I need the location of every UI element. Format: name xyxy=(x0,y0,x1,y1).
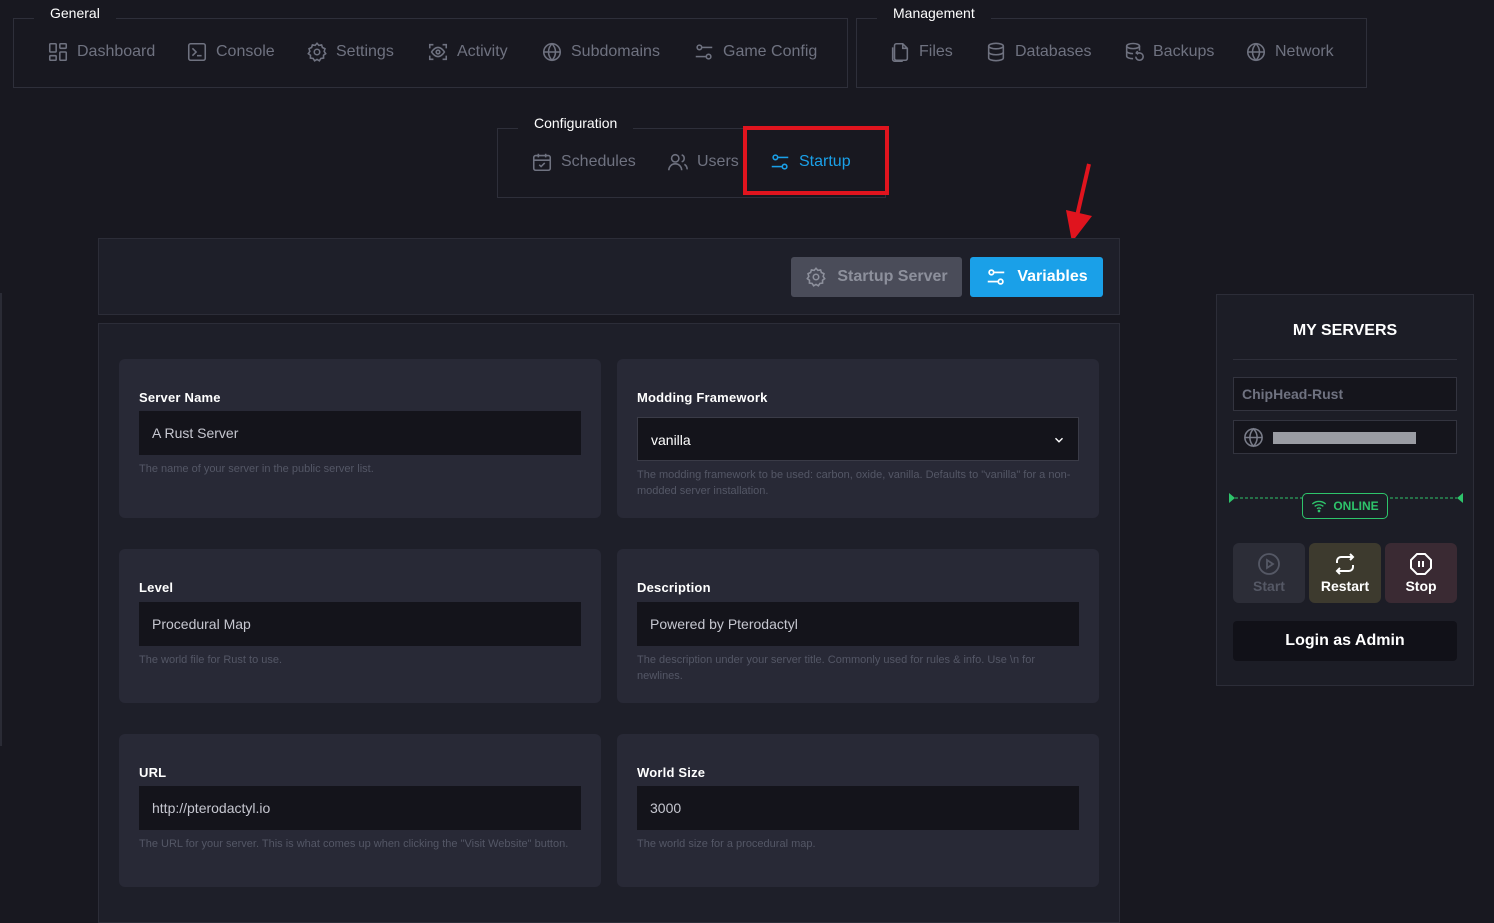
variables-button-label: Variables xyxy=(1017,268,1088,285)
nav-settings-label: Settings xyxy=(336,43,394,60)
nav-activity-label: Activity xyxy=(457,43,508,60)
backup-icon xyxy=(1125,42,1144,61)
files-icon xyxy=(891,42,909,62)
nav-databases-label: Databases xyxy=(1015,43,1092,60)
play-icon xyxy=(1258,553,1280,575)
variable-card-modding-framework: Modding Framework vanilla The modding fr… xyxy=(617,359,1099,518)
nav-activity[interactable]: Activity xyxy=(427,40,508,64)
globe-icon xyxy=(1246,42,1266,62)
nav-network[interactable]: Network xyxy=(1245,40,1334,64)
calendar-icon xyxy=(532,153,552,172)
login-as-admin-button[interactable]: Login as Admin xyxy=(1233,621,1457,661)
nav-settings[interactable]: Settings xyxy=(306,40,394,64)
variable-label: URL xyxy=(139,765,167,780)
startup-server-button[interactable]: Startup Server xyxy=(791,257,962,297)
management-group-title: Management xyxy=(877,0,991,26)
server-name-box[interactable]: ChipHead-Rust xyxy=(1233,377,1457,411)
restart-icon xyxy=(1335,553,1355,575)
variable-card-url: URL http://pterodactyl.io The URL for yo… xyxy=(119,734,601,887)
nav-files-label: Files xyxy=(919,43,953,60)
variable-card-server-name: Server Name A Rust Server The name of yo… xyxy=(119,359,601,518)
sliders-icon xyxy=(988,269,1005,285)
general-group-title: General xyxy=(34,0,116,26)
online-status-badge: ONLINE xyxy=(1302,493,1388,519)
world-size-input[interactable]: 3000 xyxy=(637,786,1079,830)
variable-card-world-size: World Size 3000 The world size for a pro… xyxy=(617,734,1099,887)
nav-backups[interactable]: Backups xyxy=(1123,40,1214,64)
restart-button[interactable]: Restart xyxy=(1309,543,1381,603)
dashboard-icon xyxy=(48,42,68,62)
redacted-address-bar xyxy=(1273,432,1416,444)
nav-databases[interactable]: Databases xyxy=(985,40,1092,64)
nav-backups-label: Backups xyxy=(1153,43,1215,60)
modding-framework-value: vanilla xyxy=(651,432,691,448)
sliders-icon xyxy=(695,44,713,60)
server-address-box[interactable] xyxy=(1233,420,1457,454)
my-servers-title: MY SERVERS xyxy=(1292,322,1398,339)
variable-label: Modding Framework xyxy=(637,390,768,405)
nav-files[interactable]: Files xyxy=(889,40,953,64)
users-icon xyxy=(668,153,688,171)
variable-label: Server Name xyxy=(139,390,221,405)
nav-schedules-label: Schedules xyxy=(561,153,636,170)
nav-users-label: Users xyxy=(697,153,739,170)
nav-console[interactable]: Console xyxy=(186,40,275,64)
console-icon xyxy=(187,42,207,62)
nav-game-config-label: Game Config xyxy=(723,43,818,60)
startup-toolbar-panel xyxy=(98,238,1120,315)
online-status-label: ONLINE xyxy=(1333,499,1379,513)
restart-button-label: Restart xyxy=(1320,578,1370,594)
nav-users[interactable]: Users xyxy=(667,150,739,174)
globe-icon xyxy=(542,42,562,62)
stop-icon xyxy=(1410,553,1432,575)
nav-dashboard[interactable]: Dashboard xyxy=(47,40,155,64)
database-icon xyxy=(987,42,1005,62)
startup-highlight-box xyxy=(743,126,889,195)
variable-help: The description under your server title.… xyxy=(637,654,1036,682)
variable-card-level: Level Procedural Map The world file for … xyxy=(119,549,601,703)
configuration-group-title: Configuration xyxy=(518,110,634,136)
server-name-input[interactable]: A Rust Server xyxy=(139,411,581,455)
variable-help: The world file for Rust to use. xyxy=(139,654,283,666)
variable-help: The modding framework to be used: carbon… xyxy=(637,469,1071,497)
variable-card-description: Description Powered by Pterodactyl The d… xyxy=(617,549,1099,703)
level-input[interactable]: Procedural Map xyxy=(139,602,581,646)
start-button-label: Start xyxy=(1253,578,1285,594)
chevron-down-icon xyxy=(1055,437,1063,443)
gear-icon xyxy=(307,42,327,62)
variable-label: Level xyxy=(139,580,174,595)
nav-dashboard-label: Dashboard xyxy=(77,43,156,60)
description-input[interactable]: Powered by Pterodactyl xyxy=(637,602,1079,646)
gear-icon xyxy=(806,267,827,287)
nav-console-label: Console xyxy=(216,43,275,60)
start-button[interactable]: Start xyxy=(1233,543,1305,603)
globe-icon xyxy=(1244,427,1263,448)
startup-server-button-label: Startup Server xyxy=(837,268,948,285)
stop-button-label: Stop xyxy=(1405,578,1437,594)
stop-button[interactable]: Stop xyxy=(1385,543,1457,603)
variable-label: Description xyxy=(637,580,711,595)
nav-game-config[interactable]: Game Config xyxy=(693,40,817,64)
login-as-admin-label: Login as Admin xyxy=(1285,632,1405,649)
nav-subdomains[interactable]: Subdomains xyxy=(541,40,660,64)
nav-schedules[interactable]: Schedules xyxy=(531,150,636,174)
nav-subdomains-label: Subdomains xyxy=(571,43,660,60)
left-edge-divider xyxy=(0,293,2,746)
variables-button[interactable]: Variables xyxy=(970,257,1103,297)
variable-help: The URL for your server. This is what co… xyxy=(139,838,569,850)
annotation-arrow xyxy=(1066,163,1092,242)
variable-help: The world size for a procedural map. xyxy=(637,838,816,850)
variable-help: The name of your server in the public se… xyxy=(139,463,374,475)
modding-framework-select[interactable]: vanilla xyxy=(637,417,1079,461)
my-servers-divider xyxy=(1233,359,1457,360)
nav-network-label: Network xyxy=(1275,43,1334,60)
variable-label: World Size xyxy=(637,765,706,780)
activity-icon xyxy=(428,43,448,61)
wifi-icon xyxy=(1312,500,1327,513)
url-input[interactable]: http://pterodactyl.io xyxy=(139,786,581,830)
